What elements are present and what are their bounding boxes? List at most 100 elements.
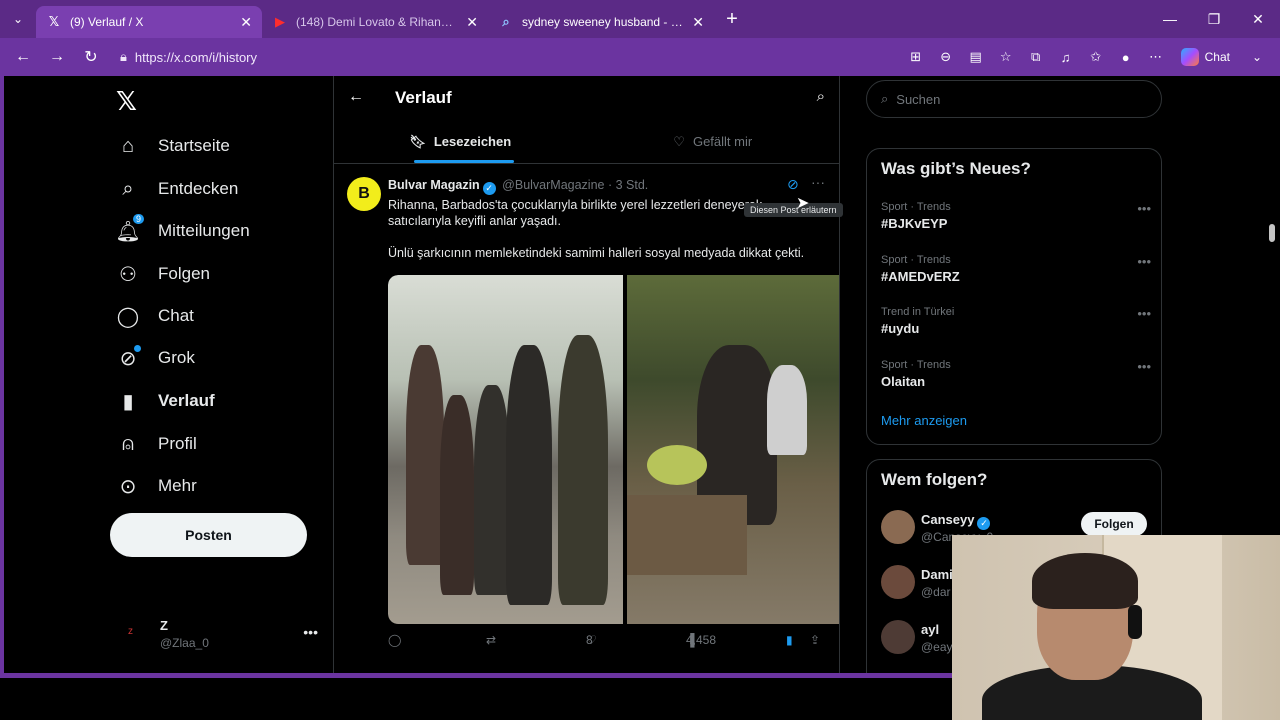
nav-label: Entdecken	[158, 179, 239, 198]
tab-title: (148) Demi Lovato & Rihanna - St…	[296, 15, 458, 29]
grok-explain-icon[interactable]: ⊘	[787, 176, 799, 193]
url-text: https://x.com/i/history	[134, 49, 258, 65]
trend-name: #AMEDvERZ	[881, 269, 960, 284]
more-dots-icon[interactable]: •••	[1137, 306, 1151, 321]
new-tab-icon[interactable]: +	[714, 8, 750, 31]
favorite-star-icon[interactable]: ☆	[993, 44, 1019, 70]
trends-panel: Was gibt’s Neues? Sport · Trends #BJKvEY…	[866, 148, 1162, 445]
account-name: Dami	[921, 567, 953, 582]
more-dots-icon[interactable]: •••	[1137, 254, 1151, 269]
nav-item-follow[interactable]: ⚇ Folgen	[116, 262, 210, 286]
bookmark-icon: ▮	[122, 390, 134, 413]
avatar[interactable]: B	[347, 177, 381, 211]
share-icon[interactable]: ⇪	[810, 633, 820, 647]
tweet-photo-2[interactable]	[627, 275, 839, 624]
account-name: ayl	[921, 622, 940, 637]
search-icon: ⌕	[881, 91, 889, 106]
repost-icon[interactable]: ⇄	[486, 633, 496, 647]
nav-item-profile[interactable]: ⍝ Profil	[116, 432, 197, 456]
avatar	[881, 565, 915, 599]
trends-title: Was gibt’s Neues?	[881, 159, 1031, 178]
extensions-icon[interactable]: ⧉	[1023, 44, 1049, 70]
tab-title: (9) Verlauf / X	[70, 15, 144, 29]
webcam-overlay	[952, 535, 1280, 720]
account-name: Z	[160, 618, 168, 633]
trend-item[interactable]: Sport · Trends Olaitan •••	[881, 359, 1151, 389]
profile-avatar-icon[interactable]: ●	[1113, 44, 1139, 70]
view-count: 4,458	[686, 633, 717, 647]
nav-label: Profil	[158, 434, 197, 453]
show-more-link[interactable]: Mehr anzeigen	[881, 413, 967, 428]
browser-tab-x[interactable]: 𝕏 (9) Verlauf / X ✕	[36, 6, 262, 38]
forward-arrow-icon[interactable]: →	[42, 42, 72, 72]
tab-bookmarks[interactable]: 🔖︎ Lesezeichen	[334, 120, 587, 163]
trend-item[interactable]: Trend in Türkei #uydu •••	[881, 306, 1151, 336]
history-tabs: 🔖︎ Lesezeichen ♡ Gefällt mir	[334, 120, 839, 164]
copilot-chat-button[interactable]: Chat	[1173, 48, 1238, 66]
x-logo-icon[interactable]: 𝕏	[116, 86, 137, 117]
trend-item[interactable]: Sport · Trends #AMEDvERZ •••	[881, 254, 1151, 284]
account-switcher[interactable]: z Z @Zlaa_0 •••	[128, 614, 328, 654]
media-icon[interactable]: ♫	[1053, 44, 1079, 70]
search-icon[interactable]: ⌕	[817, 88, 825, 105]
follow-button[interactable]: Folgen	[1081, 512, 1147, 536]
reply-icon[interactable]: ◯	[388, 633, 401, 647]
webcam-person-hair	[1032, 553, 1138, 609]
more-dots-icon[interactable]: ···	[811, 174, 825, 190]
menu-dots-icon[interactable]: ⋯	[1143, 44, 1169, 70]
trend-context: Sport · Trends	[881, 201, 951, 213]
author-name[interactable]: Bulvar Magazin	[388, 178, 480, 192]
avatar	[881, 620, 915, 654]
nav-label: Chat	[158, 306, 194, 325]
restore-icon[interactable]: ❐	[1192, 0, 1236, 38]
url-field[interactable]: 🔒︎ https://x.com/i/history	[110, 42, 899, 72]
grok-icon: ⊘	[116, 345, 141, 370]
more-dots-icon[interactable]: •••	[303, 624, 318, 640]
verified-badge-icon: ✓	[977, 517, 991, 530]
nav-item-home[interactable]: ⌂ Startseite	[116, 134, 230, 158]
close-tab-icon[interactable]: ✕	[466, 14, 478, 31]
search-input[interactable]: ⌕ Suchen	[866, 80, 1162, 118]
tweet-time[interactable]: · 3 Std.	[608, 178, 648, 192]
scrollbar-thumb[interactable]	[1269, 224, 1275, 242]
trend-item[interactable]: Sport · Trends #BJKvEYP •••	[881, 201, 1151, 231]
trend-context: Sport · Trends	[881, 254, 951, 266]
search-icon: ⌕	[122, 177, 134, 200]
author-handle[interactable]: @BulvarMagazine	[502, 178, 604, 192]
nav-item-explore[interactable]: ⌕ Entdecken	[116, 177, 238, 201]
minimize-icon[interactable]: —	[1148, 0, 1192, 38]
close-tab-icon[interactable]: ✕	[240, 14, 252, 31]
favorites-icon[interactable]: ✩	[1083, 44, 1109, 70]
close-tab-icon[interactable]: ✕	[692, 14, 704, 31]
zoom-out-icon[interactable]: ⊖	[933, 44, 959, 70]
nav-item-chat[interactable]: ◯ Chat	[116, 304, 194, 328]
nav-item-more[interactable]: ⊙ Mehr	[116, 474, 197, 498]
nav-label: Mehr	[158, 476, 197, 495]
close-window-icon[interactable]: ✕	[1236, 0, 1280, 38]
tab-likes[interactable]: ♡ Gefällt mir	[587, 120, 840, 163]
tweet[interactable]: B Bulvar Magazin ✓ @BulvarMagazine · 3 St…	[334, 165, 843, 673]
nav-item-notifications[interactable]: 🔔︎ 9 Mitteilungen	[115, 214, 250, 243]
browser-tab-youtube[interactable]: ▶ (148) Demi Lovato & Rihanna - St… ✕	[262, 6, 488, 38]
nav-item-history[interactable]: ▮ Verlauf	[116, 389, 214, 413]
more-dots-icon[interactable]: •••	[1137, 359, 1151, 374]
back-arrow-icon[interactable]: ←	[8, 42, 38, 72]
tweet-photo-1[interactable]	[388, 275, 623, 624]
nav-label: Folgen	[158, 264, 210, 283]
post-button[interactable]: Posten	[110, 513, 307, 557]
site-info-icon[interactable]: 🔒︎	[120, 49, 127, 65]
tab-actions-chevron-icon[interactable]: ⌄	[0, 0, 36, 38]
trend-name: Olaitan	[881, 374, 926, 389]
app-icon[interactable]: ⊞	[903, 44, 929, 70]
browser-tab-search[interactable]: ⌕ sydney sweeney husband - Suche… ✕	[488, 6, 714, 38]
reader-icon[interactable]: ▤	[963, 44, 989, 70]
bookmark-icon[interactable]: ▮	[786, 633, 793, 647]
chevron-down-icon[interactable]: ⌄	[1242, 42, 1272, 72]
tab-label: Lesezeichen	[433, 134, 512, 149]
nav-item-grok[interactable]: ⊘ Grok	[116, 345, 195, 370]
reload-icon[interactable]: ↻	[76, 42, 106, 72]
browser-tools: ⊞ ⊖ ▤ ☆ ⧉ ♫ ✩ ● ⋯	[903, 44, 1169, 70]
back-arrow-icon[interactable]: ←	[348, 88, 364, 106]
more-dots-icon[interactable]: •••	[1137, 201, 1151, 216]
mouse-cursor-icon: ➤	[796, 195, 810, 212]
